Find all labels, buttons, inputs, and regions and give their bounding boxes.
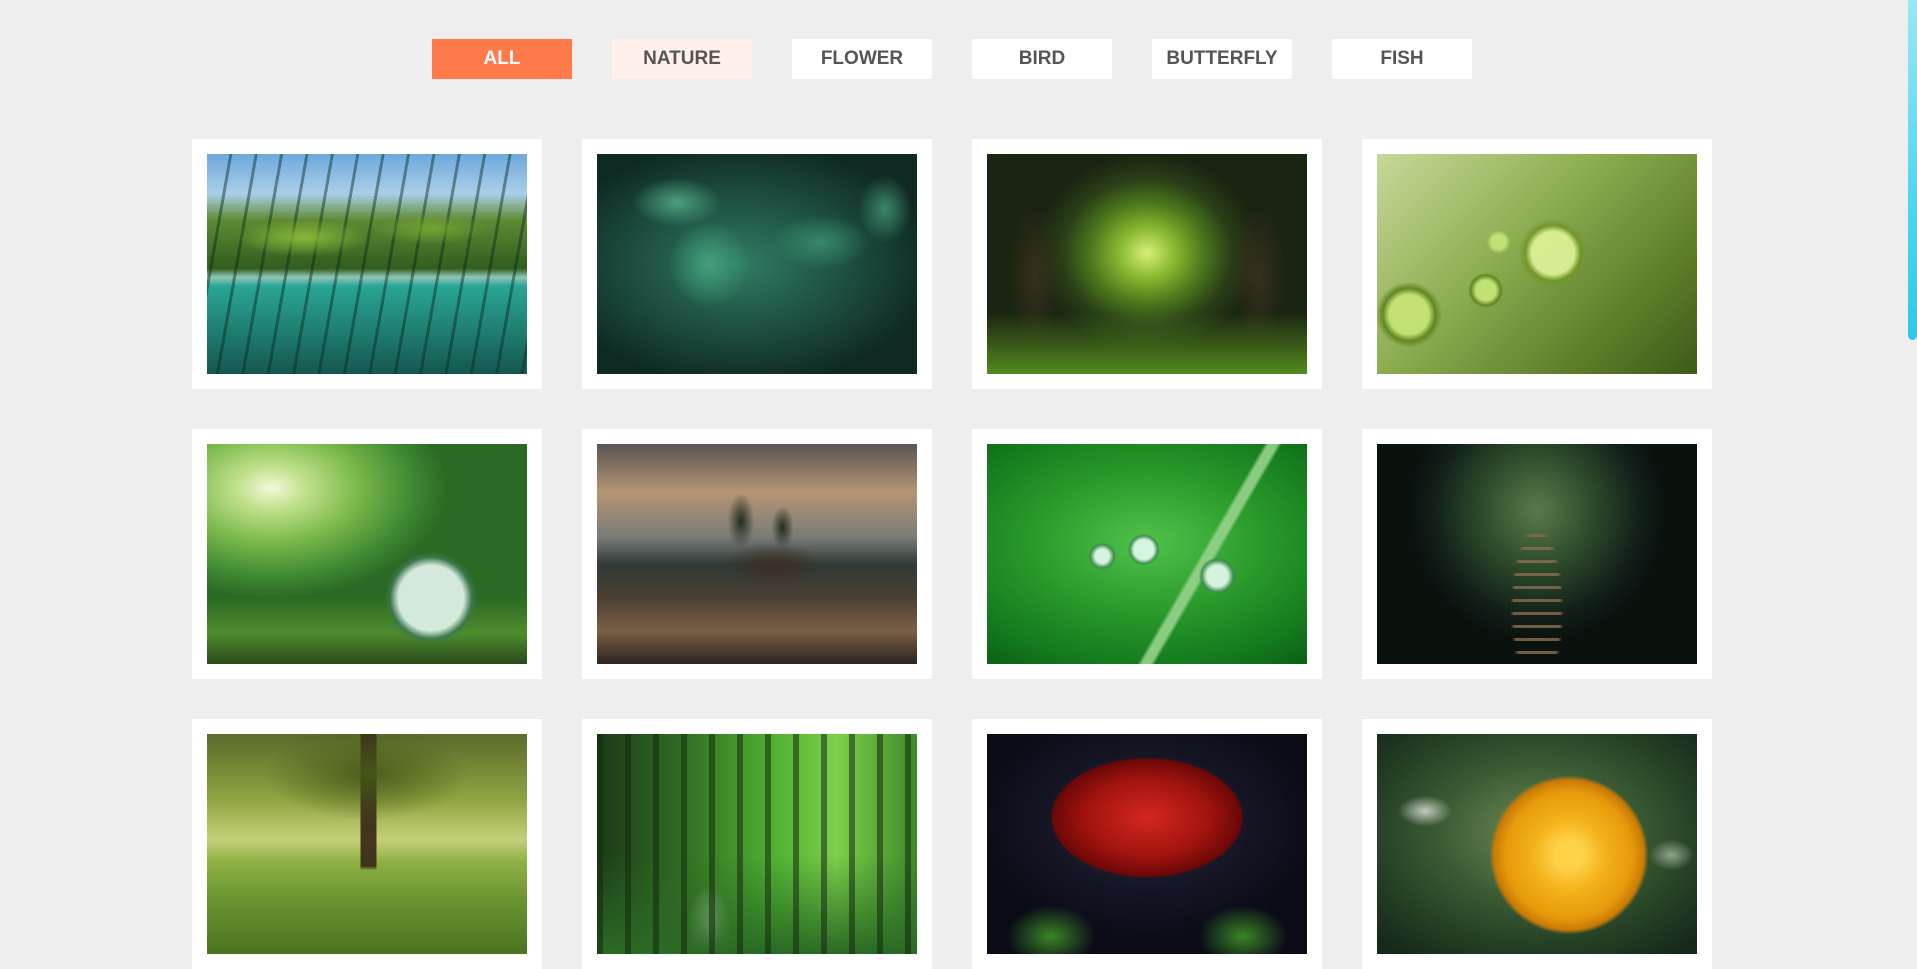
forest-stream-photo [597, 734, 917, 954]
gallery-card[interactable] [972, 719, 1322, 969]
filter-nature-button[interactable]: NATURE [612, 39, 752, 79]
filter-flower-button[interactable]: FLOWER [792, 39, 932, 79]
red-rose-photo [987, 734, 1307, 954]
forest-tunnel-photo [987, 154, 1307, 374]
lake-island-storm-photo [597, 444, 917, 664]
gallery-card[interactable] [972, 429, 1322, 679]
gallery-card[interactable] [192, 719, 542, 969]
gallery-card[interactable] [192, 429, 542, 679]
dewy-leaves-photo [597, 154, 917, 374]
scrollbar-thumb[interactable] [1908, 0, 1917, 340]
glass-globe-moss-photo [207, 444, 527, 664]
gallery-card[interactable] [192, 139, 542, 389]
leaf-water-drops-photo [1377, 154, 1697, 374]
yellow-rose-photo [1377, 734, 1697, 954]
jungle-steps-photo [1377, 444, 1697, 664]
gallery-card[interactable] [582, 719, 932, 969]
meadow-tree-photo [207, 734, 527, 954]
filter-all-button[interactable]: ALL [432, 39, 572, 79]
filter-tab-bar: ALL NATURE FLOWER BIRD BUTTERFLY FISH [432, 39, 1472, 79]
mangrove-underwater-photo [207, 154, 527, 374]
gallery-card[interactable] [1362, 139, 1712, 389]
filter-butterfly-button[interactable]: BUTTERFLY [1152, 39, 1292, 79]
gallery-card[interactable] [582, 139, 932, 389]
image-gallery-grid [192, 139, 1712, 969]
filter-fish-button[interactable]: FISH [1332, 39, 1472, 79]
grass-dew-drops-photo [987, 444, 1307, 664]
gallery-card[interactable] [1362, 429, 1712, 679]
filter-bird-button[interactable]: BIRD [972, 39, 1112, 79]
gallery-card[interactable] [1362, 719, 1712, 969]
gallery-card[interactable] [582, 429, 932, 679]
gallery-card[interactable] [972, 139, 1322, 389]
